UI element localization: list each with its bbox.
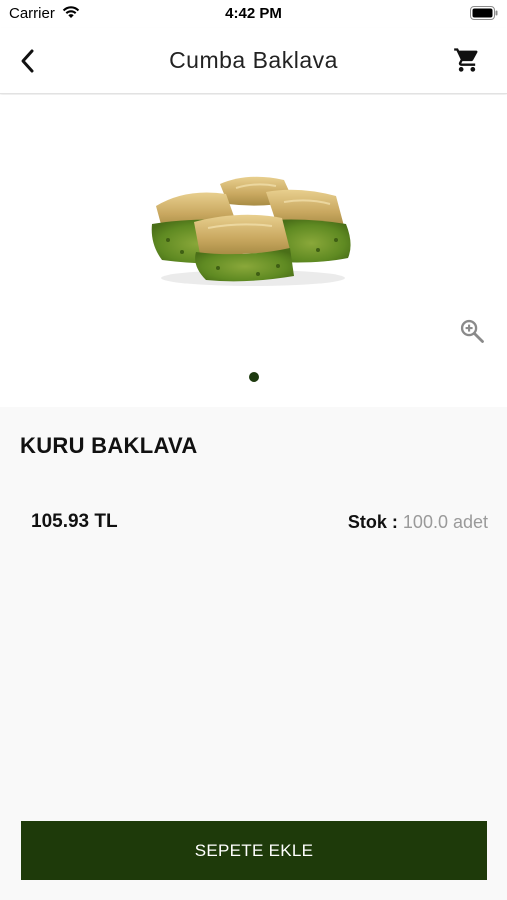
product-image-carousel[interactable] xyxy=(0,95,507,407)
status-time: 4:42 PM xyxy=(225,5,282,22)
stock-info: Stok : 100.0 adet xyxy=(348,512,488,533)
cart-button[interactable] xyxy=(451,44,483,76)
stock-value: 100.0 adet xyxy=(402,512,488,532)
product-price: 105.93 TL xyxy=(31,511,118,532)
stock-label: Stok : xyxy=(347,512,398,532)
zoom-in-icon[interactable] xyxy=(458,317,486,345)
product-image xyxy=(151,176,351,286)
back-button[interactable] xyxy=(12,45,44,77)
navigation-bar: Cumba Baklava xyxy=(0,28,507,94)
shopping-cart-icon xyxy=(454,48,478,72)
product-name: KURU BAKLAVA xyxy=(20,433,198,458)
chevron-left-icon xyxy=(21,49,34,73)
add-to-cart-button[interactable]: SEPETE EKLE xyxy=(21,821,487,880)
product-details: KURU BAKLAVA 105.93 TL Stok : 100.0 adet… xyxy=(0,407,507,900)
status-bar: Carrier 4:42 PM xyxy=(0,0,507,28)
carousel-page-indicator[interactable] xyxy=(249,372,259,382)
battery-icon xyxy=(470,6,498,20)
page-title: Cumba Baklava xyxy=(169,47,338,73)
